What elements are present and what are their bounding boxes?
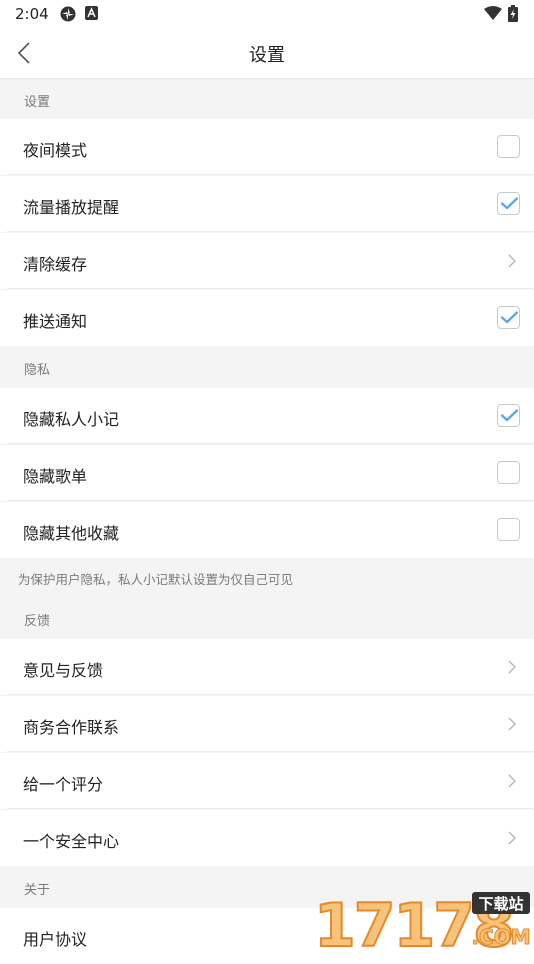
row-data-playback-reminder[interactable]: 流量播放提醒 xyxy=(0,176,534,232)
row-label: 隐藏私人小记 xyxy=(23,410,120,429)
row-label: 流量播放提醒 xyxy=(23,198,120,217)
push-notifications-checkbox[interactable] xyxy=(497,306,520,329)
row-label: 意见与反馈 xyxy=(23,661,104,680)
checkmark-icon xyxy=(501,311,518,324)
hide-private-notes-checkbox[interactable] xyxy=(497,404,520,427)
row-rate-app[interactable]: 给一个评分 xyxy=(0,753,534,809)
hide-playlists-checkbox[interactable] xyxy=(497,461,520,484)
chevron-right-icon xyxy=(508,774,516,788)
checkmark-icon xyxy=(501,409,518,422)
status-time: 2:04 xyxy=(15,5,49,23)
night-mode-checkbox[interactable] xyxy=(497,135,520,158)
checkmark-icon xyxy=(501,197,518,210)
chevron-right-icon xyxy=(508,660,516,674)
section-header-feedback: 反馈 xyxy=(0,598,534,638)
chevron-right-icon xyxy=(508,717,516,731)
row-label: 商务合作联系 xyxy=(23,718,120,737)
row-feedback[interactable]: 意见与反馈 xyxy=(0,639,534,695)
a-notification-icon xyxy=(85,6,98,20)
chevron-right-icon xyxy=(508,831,516,845)
section-header-label: 反馈 xyxy=(24,614,51,629)
row-label: 一个安全中心 xyxy=(23,832,120,851)
section-header-label: 关于 xyxy=(24,883,51,898)
status-bar: 2:04 xyxy=(0,0,534,28)
svg-text:下载站: 下载站 xyxy=(478,895,523,913)
row-label: 清除缓存 xyxy=(23,255,88,274)
row-hide-other-favorites[interactable]: 隐藏其他收藏 xyxy=(0,502,534,558)
row-security-center[interactable]: 一个安全中心 xyxy=(0,810,534,866)
wifi-icon xyxy=(484,6,502,20)
row-label: 用户协议 xyxy=(23,930,88,949)
watermark-logo: 17178 下载站 .COM xyxy=(313,890,531,950)
row-clear-cache[interactable]: 清除缓存 xyxy=(0,233,534,289)
nav-bar: 设置 xyxy=(0,28,534,79)
app-notification-icon xyxy=(60,6,76,22)
privacy-note: 为保护用户隐私，私人小记默认设置为仅自己可见 xyxy=(0,558,534,598)
chevron-right-icon xyxy=(508,254,516,268)
data-playback-reminder-checkbox[interactable] xyxy=(497,192,520,215)
section-header-privacy: 隐私 xyxy=(0,347,534,387)
svg-text:.COM: .COM xyxy=(471,925,530,949)
privacy-note-text: 为保护用户隐私，私人小记默认设置为仅自己可见 xyxy=(18,572,294,587)
row-label: 给一个评分 xyxy=(23,775,104,794)
row-label: 隐藏歌单 xyxy=(23,467,88,486)
row-push-notifications[interactable]: 推送通知 xyxy=(0,290,534,346)
row-label: 夜间模式 xyxy=(23,141,88,160)
row-label: 推送通知 xyxy=(23,312,88,331)
page-title: 设置 xyxy=(249,45,285,66)
battery-charging-icon xyxy=(508,5,518,22)
section-header-label: 设置 xyxy=(24,95,51,110)
section-header-settings: 设置 xyxy=(0,79,534,119)
section-header-label: 隐私 xyxy=(24,363,51,378)
hide-other-favorites-checkbox[interactable] xyxy=(497,518,520,541)
row-hide-private-notes[interactable]: 隐藏私人小记 xyxy=(0,388,534,444)
row-business-contact[interactable]: 商务合作联系 xyxy=(0,696,534,752)
row-hide-playlists[interactable]: 隐藏歌单 xyxy=(0,445,534,501)
row-night-mode[interactable]: 夜间模式 xyxy=(0,119,534,175)
row-label: 隐藏其他收藏 xyxy=(23,524,120,543)
